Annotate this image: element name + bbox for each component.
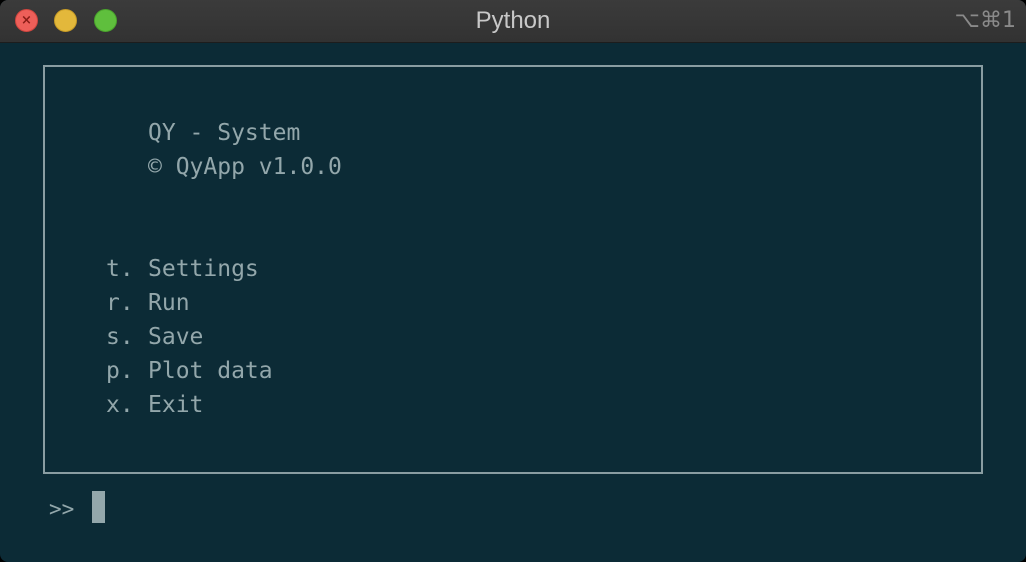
terminal-window: × Python ⌥⌘1 QY - System © QyApp v1.0.0 … (0, 0, 1026, 562)
tab-shortcut: ⌥⌘1 (954, 8, 1016, 33)
command-prompt: >> (49, 497, 75, 521)
app-title: QY - System (148, 120, 301, 146)
menu-item-run: Run (148, 290, 190, 316)
text-cursor[interactable] (92, 491, 105, 523)
menu-item-plot-data: Plot data (148, 358, 273, 384)
menu-key-exit: x. (106, 392, 134, 418)
menu-key-plot: p. (106, 358, 134, 384)
menu-key-save: s. (106, 324, 134, 350)
menu-item-save: Save (148, 324, 204, 350)
menu-key-settings: t. (106, 256, 134, 282)
menu-item-exit: Exit (148, 392, 204, 418)
window-title: Python (475, 7, 551, 34)
menu-key-run: r. (106, 290, 134, 316)
title-bar: × Python ⌥⌘1 (0, 0, 1026, 43)
menu-item-settings: Settings (148, 256, 259, 282)
app-version: © QyApp v1.0.0 (148, 154, 342, 180)
